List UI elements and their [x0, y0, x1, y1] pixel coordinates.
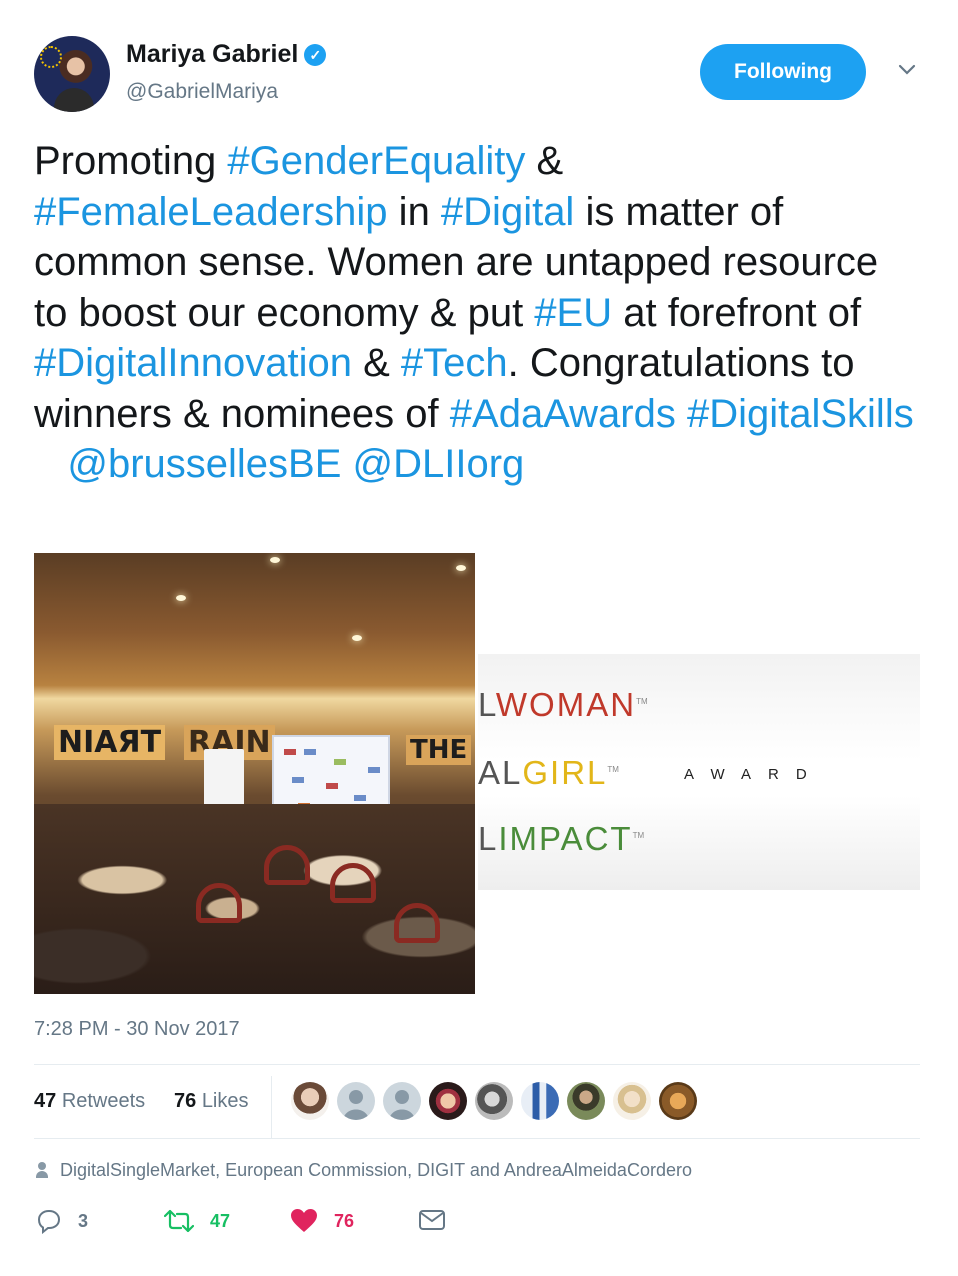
- liker-avatar[interactable]: [291, 1082, 329, 1120]
- mention-link[interactable]: @brussellesBE: [67, 442, 341, 486]
- event-photo[interactable]: NIAЯT RAIN THE: [34, 553, 475, 994]
- text-segment: &: [352, 341, 401, 385]
- hashtag-link[interactable]: #FemaleLeadership: [34, 190, 388, 234]
- retweet-button[interactable]: 47: [164, 1208, 230, 1234]
- envelope-icon: [419, 1210, 445, 1230]
- likes-stat[interactable]: 76 Likes: [174, 1090, 249, 1113]
- liker-avatar[interactable]: [521, 1082, 559, 1120]
- reply-count: 3: [78, 1210, 89, 1231]
- hashtag-link[interactable]: #AdaAwards: [450, 392, 676, 436]
- author-handle[interactable]: @GabrielMariya: [126, 80, 278, 104]
- liker-avatar[interactable]: [659, 1082, 697, 1120]
- liker-avatar[interactable]: [613, 1082, 651, 1120]
- award-line: LWOMANTM: [478, 686, 648, 723]
- wall-sign: NIAЯT: [54, 725, 166, 760]
- more-options-caret-icon[interactable]: [894, 58, 920, 84]
- like-button[interactable]: 76: [290, 1208, 354, 1234]
- liker-avatar[interactable]: [475, 1082, 513, 1120]
- like-count: 76: [334, 1210, 355, 1231]
- heart-icon: [291, 1209, 317, 1232]
- text-segment: [676, 392, 687, 436]
- award-line: ALGIRLTM: [478, 754, 619, 791]
- liker-avatar[interactable]: [429, 1082, 467, 1120]
- followed-by-context[interactable]: DigitalSingleMarket, European Commission…: [34, 1160, 692, 1181]
- hashtag-link[interactable]: #Digital: [441, 190, 574, 234]
- liker-avatar[interactable]: [383, 1082, 421, 1120]
- text-segment: &: [525, 139, 564, 183]
- hashtag-link[interactable]: #EU: [534, 291, 612, 335]
- hashtag-link[interactable]: #Tech: [401, 341, 508, 385]
- liker-avatar[interactable]: [337, 1082, 375, 1120]
- author-name[interactable]: Mariya Gabriel ✓: [126, 40, 327, 69]
- person-icon: [34, 1162, 50, 1178]
- text-segment: [341, 442, 352, 486]
- mention-link[interactable]: @DLIIorg: [353, 442, 525, 486]
- audience: [34, 804, 475, 994]
- tweet-stats: 47 Retweets 76 Likes: [34, 1076, 920, 1138]
- divider: [34, 1064, 920, 1065]
- reply-icon: [37, 1209, 61, 1234]
- award-logo-image[interactable]: LWOMANTM ALGIRLTM LIMPACTTM AWARD: [478, 553, 920, 995]
- liker-avatar[interactable]: [567, 1082, 605, 1120]
- tweet-actions: 3 47 76: [34, 1204, 920, 1244]
- direct-message-button[interactable]: [418, 1208, 462, 1232]
- text-segment: at forefront of: [612, 290, 862, 335]
- text-segment: Promoting: [34, 139, 228, 183]
- retweet-icon: [164, 1209, 194, 1233]
- text-segment: [34, 442, 67, 486]
- text-segment: in: [387, 189, 441, 234]
- eu-stars-icon: [40, 46, 62, 68]
- wall-sign: THE: [406, 735, 472, 765]
- hashtag-link[interactable]: #DigitalSkills: [687, 392, 914, 436]
- tweet-timestamp[interactable]: 7:28 PM - 30 Nov 2017: [34, 1018, 240, 1041]
- award-line: LIMPACTTM: [478, 820, 645, 857]
- tweet-media: NIAЯT RAIN THE LWOMANTM ALGIRLTM LIMPACT…: [34, 553, 920, 995]
- hashtag-link[interactable]: #GenderEquality: [227, 139, 525, 183]
- hashtag-link[interactable]: #DigitalInnovation: [34, 341, 352, 385]
- following-button[interactable]: Following: [700, 44, 866, 100]
- reply-button[interactable]: 3: [36, 1208, 88, 1234]
- author-avatar[interactable]: [34, 36, 110, 112]
- divider: [271, 1076, 272, 1138]
- retweet-count: 47: [210, 1210, 231, 1231]
- award-word: AWARD: [684, 766, 824, 783]
- divider: [34, 1138, 920, 1139]
- retweets-stat[interactable]: 47 Retweets: [34, 1090, 145, 1113]
- verified-badge-icon: ✓: [304, 44, 327, 66]
- tweet-text: Promoting #GenderEquality & #FemaleLeader…: [34, 136, 920, 490]
